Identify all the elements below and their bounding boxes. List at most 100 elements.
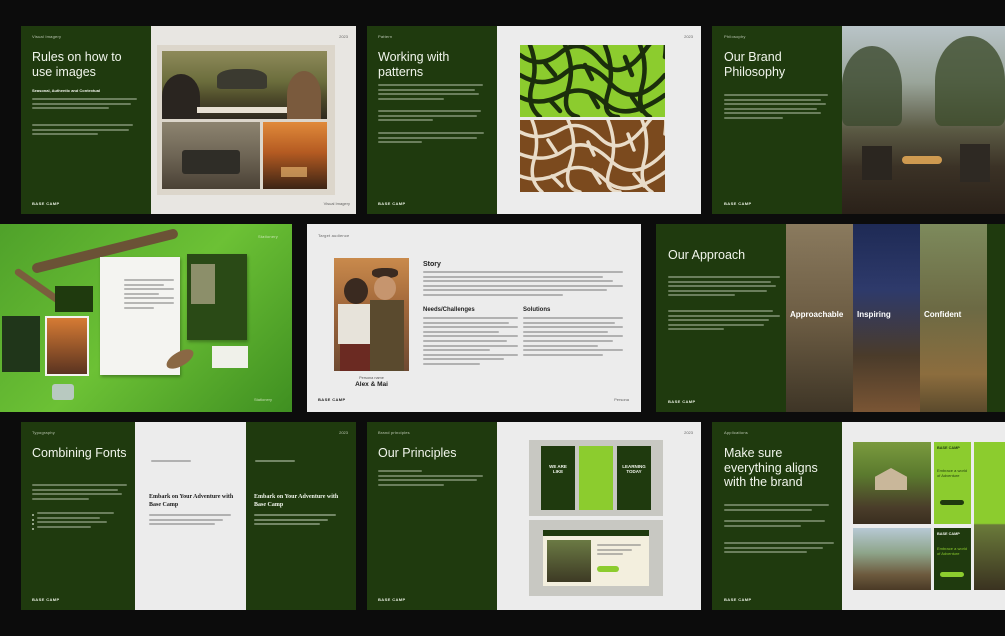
photo-persona-couple [334,258,409,371]
font-sample-dark-text: Embark on Your Adventure with Base Camp [254,494,339,508]
approach-panel-confident: Confident [920,224,987,412]
slide-title: Rules on how to use images [32,50,122,79]
app-card-dark-1: WE ARE LIKE [541,446,575,510]
page-number: 2023 [684,34,693,39]
brand-logo: BASE CAMP [318,397,346,402]
font-sample-light-text: Embark on Your Adventure with Base Camp [149,494,234,508]
slide-footer: Stationery [253,397,272,402]
slide-label: Pattern [378,34,393,39]
solutions-list [523,317,623,358]
font-sample-dark-caption [255,460,295,465]
page-number: 2023 [684,430,693,435]
approach-panel-approachable: Approachable [786,224,853,412]
body-text [32,98,142,112]
brand-logo: BASE CAMP [668,399,696,404]
body-text [378,84,488,102]
ad-card-lime: BASE CAMP Embrace a world of Adventure [934,442,971,524]
letterhead-paper [100,257,180,375]
business-card [55,286,93,312]
photo-elephants-dining [162,51,327,119]
panel-label-approachable: Approachable [790,310,844,319]
body-text-2 [724,520,834,529]
ad-card-brand: BASE CAMP [937,446,960,450]
body-text [32,484,127,502]
body-text [724,504,834,513]
font-sample-dark-body [254,514,336,528]
card-title-1: WE ARE LIKE [549,464,567,474]
font-sample-light-body [149,514,231,528]
principle-example-2 [529,520,663,596]
body-text-2 [32,124,142,138]
slide-label: Applications [724,430,748,435]
slide-subtitle: Seasonal, Authentic and Contextual [32,88,101,93]
slide-title: Our Principles [378,446,457,460]
card-title-2: LEARNING TODAY [622,464,646,474]
slide-stationery-mockup[interactable]: Stationery Stationery [0,224,292,412]
slide-label: Visual Imagery [32,34,62,39]
slide-principles[interactable]: Brand principles 2023 Our Principles WE … [367,422,701,610]
brand-logo: BASE CAMP [378,597,406,602]
principle-example-1: WE ARE LIKE LEARNING TODAY [529,440,663,516]
photo-sunset-dinner [263,122,327,189]
brochure-green [187,254,247,340]
slide-align[interactable]: Applications Make sure everything aligns… [712,422,1005,610]
photo-treehouse [853,442,931,524]
panel-label-confident: Confident [924,310,962,319]
slide-fonts[interactable]: Typography 2023 Combining Fonts Embark o… [21,422,356,610]
small-card [212,346,248,368]
page-number: 2023 [339,430,348,435]
slide-title: Our Approach [668,248,746,262]
postcard-sunset [45,316,89,376]
brand-logo: BASE CAMP [32,597,60,602]
slide-philosophy[interactable]: Philosophy Our Brand Philosophy BASE CAM… [712,26,1005,214]
clip-object [52,384,74,400]
slide-persona[interactable]: Target audience Persona name Alex & Mai … [307,224,641,412]
ad-card-brand-2: BASE CAMP [937,532,960,536]
brand-logo: BASE CAMP [32,201,60,206]
slide-label: Philosophy [724,34,746,39]
photo-campfire-evening [842,26,1005,214]
slide-title: Our Brand Philosophy [724,50,786,79]
ad-card-line-2: Embrace a world of Adventure [937,546,968,556]
slide-patterns[interactable]: Pattern 2023 Working with patterns BASE … [367,26,701,214]
slide-title: Combining Fonts [32,446,127,460]
font-rules-list [32,512,127,530]
pattern-swatch-lime [520,45,665,117]
brand-logo: BASE CAMP [378,201,406,206]
story-text [423,271,623,299]
notebook-dark [2,316,40,372]
photo-safari-truck [162,122,260,189]
ad-card-dark: BASE CAMP Embrace a world of Adventure [934,528,971,590]
slide-label: Stationery [257,234,278,239]
principle-text [378,470,488,488]
needs-list [423,317,518,368]
page-number: 2023 [339,34,348,39]
body-text-2 [378,110,488,124]
brand-logo: BASE CAMP [724,597,752,602]
ad-card-edge [974,442,1005,590]
body-text-2 [668,310,780,333]
slide-images[interactable]: Visual Imagery 2023 Rules on how to use … [21,26,356,214]
app-card-dark-2: LEARNING TODAY [617,446,651,510]
pattern-swatch-bark [520,120,665,192]
slide-label: Target audience [318,233,350,238]
persona-name-label: Persona name [359,376,384,380]
solutions-heading: Solutions [523,307,551,313]
body-text-3 [724,542,834,556]
needs-heading: Needs/Challenges [423,307,475,313]
slide-approach[interactable]: Our Approach Approachable Inspiring Conf… [656,224,1005,412]
brand-logo: BASE CAMP [724,201,752,206]
body-text-3 [378,132,488,146]
persona-name: Alex & Mai [355,381,388,388]
slide-title: Working with patterns [378,50,450,79]
ad-card-line: Embrace a world of Adventure [937,468,968,478]
body-text [668,276,780,299]
panel-label-inspiring: Inspiring [857,310,891,319]
body-text [724,94,832,122]
font-sample-caption [151,460,191,465]
approach-panel-inspiring: Inspiring [853,224,920,412]
slide-label: Brand principles [378,430,410,435]
slide-label: Typography [32,430,55,435]
story-heading: Story [423,261,441,268]
photo-savanna-deck [853,528,931,590]
